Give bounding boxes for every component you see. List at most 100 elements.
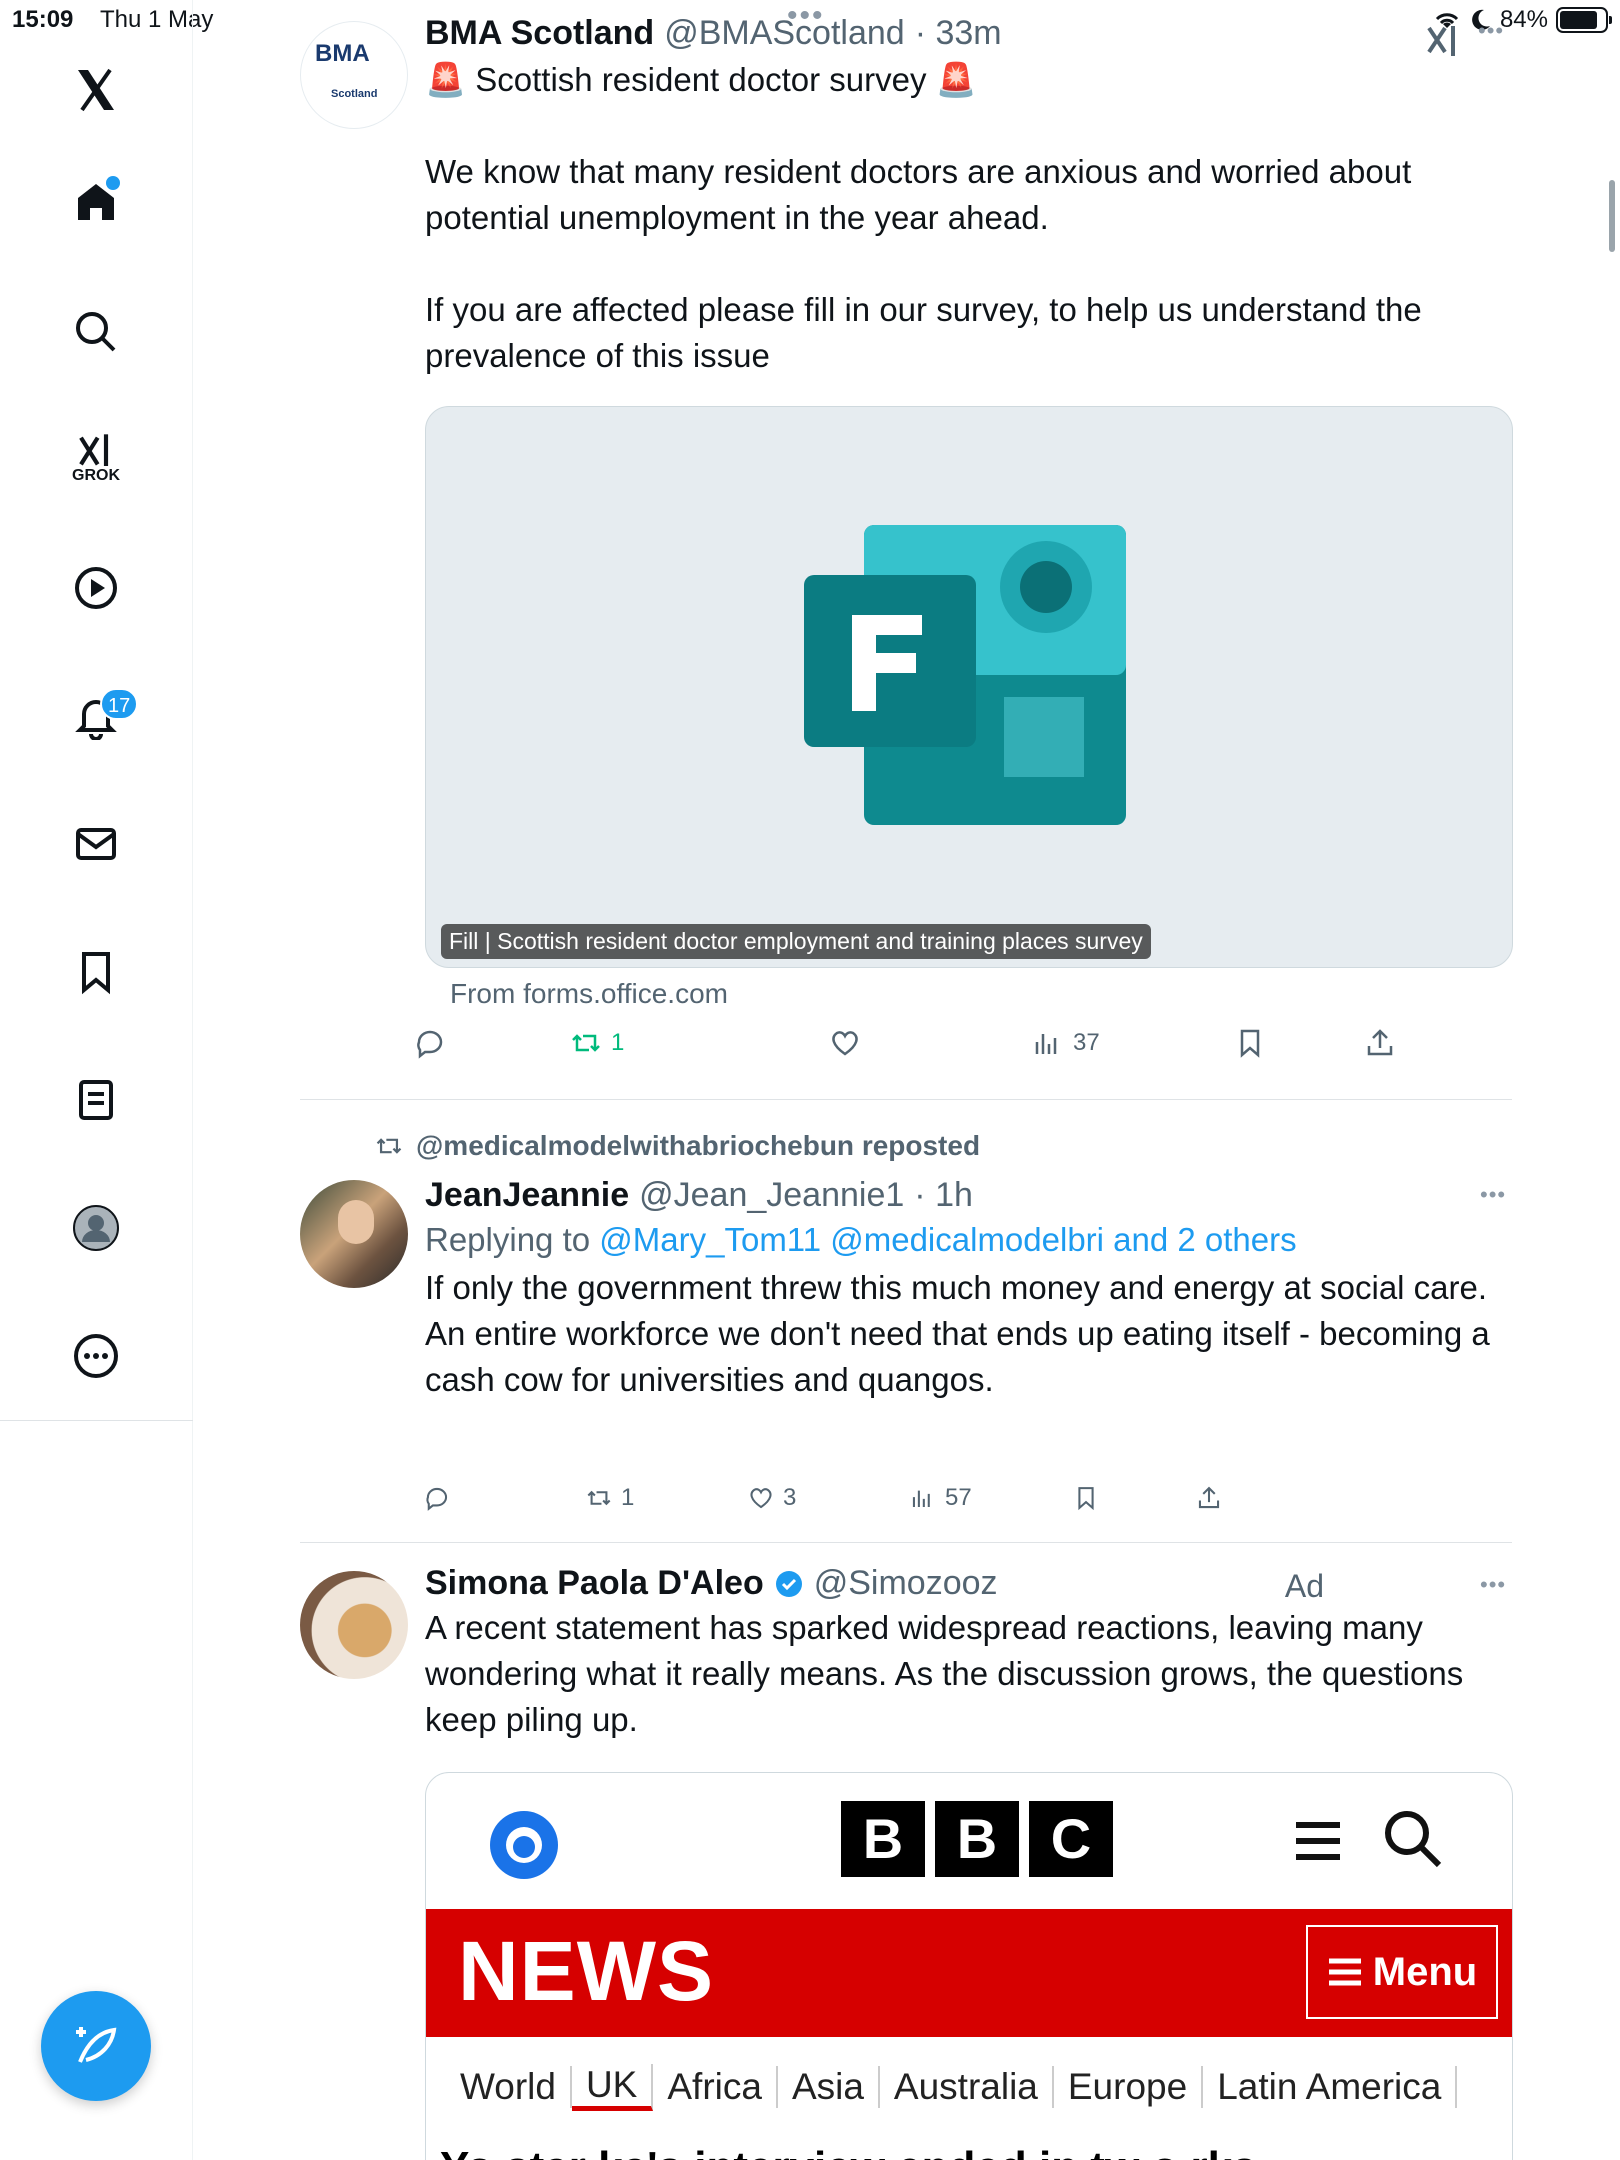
bbc-news-banner: NEWS Menu [426,1909,1512,2037]
x-logo-icon [78,68,114,112]
tweet-header: JeanJeannie @Jean_Jeannie1 · 1h [425,1176,1515,1215]
nav-profile[interactable] [56,1188,136,1268]
nav-home[interactable] [56,162,136,242]
scrollbar[interactable] [1609,180,1615,252]
bookmark-icon [1078,1487,1094,1511]
link-card[interactable]: Fill | Scottish resident doctor employme… [425,406,1513,968]
reply-button[interactable] [423,1484,451,1512]
home-new-dot [106,176,120,190]
grok-label: GROK [72,467,120,484]
bbc-nav: World UK Africa Asia Australia Europe La… [426,2037,1512,2137]
tweet-title: 🚨 Scottish resident doctor survey 🚨 [425,61,977,98]
bbc-news-title: NEWS [458,1924,714,2018]
like-count: 3 [783,1484,797,1511]
views-button[interactable]: 57 [909,1484,972,1512]
nav-messages[interactable] [56,804,136,884]
card-source[interactable]: From forms.office.com [450,978,728,1010]
replying-prefix: Replying to [425,1221,591,1258]
tweet-divider [300,1542,1512,1543]
sidebar: GROK 17 [0,0,193,2160]
bookmark-button[interactable] [1233,1026,1267,1060]
bbc-ad-card[interactable]: B B C NEWS Menu World UK Africa Asia Aus… [425,1772,1513,2160]
bbc-logo-letter: B [841,1801,925,1877]
nav-grok[interactable]: GROK [56,418,136,498]
repost-icon [376,1138,402,1154]
bbc-menu-button: Menu [1306,1925,1498,2019]
compose-feather-icon [76,2027,117,2063]
share-icon [1367,1029,1393,1056]
bbc-logo: B B C [841,1801,1113,1877]
author-name[interactable]: BMA Scotland [425,14,654,53]
retweet-button[interactable]: 1 [585,1484,634,1512]
tweet-paragraph: If you are affected please fill in our s… [425,291,1422,374]
author-handle[interactable]: @Simozooz [814,1564,998,1603]
avatar-face [338,1200,374,1244]
notification-badge: 17 [100,688,139,720]
author-handle[interactable]: @BMAScotland [664,14,905,53]
like-button[interactable] [828,1026,862,1060]
views-count: 37 [1073,1029,1100,1056]
avatar[interactable] [300,1571,408,1679]
share-icon [1198,1486,1220,1509]
bbc-nav-item: Europe [1054,2066,1204,2108]
repost-label[interactable]: @medicalmodelwithabriochebun reposted [416,1130,980,1162]
bbc-logo-letter: C [1029,1801,1113,1877]
nav-lists[interactable] [56,1060,136,1140]
bbc-account-icon [490,1811,558,1879]
search-icon [1385,1811,1442,1868]
nav-bookmarks[interactable] [56,932,136,1012]
repost-header: @medicalmodelwithabriochebun reposted [372,1130,980,1162]
tweet-time[interactable]: · 1h [914,1176,973,1215]
nav-notifications[interactable]: 17 [56,676,139,756]
tweet-header: BMA Scotland @BMAScotland · 33m [425,14,1515,53]
author-handle[interactable]: @Jean_Jeannie1 [639,1176,904,1215]
hamburger-icon [1296,1822,1340,1860]
tweet-paragraph: We know that many resident doctors are a… [425,153,1412,236]
profile-avatar-icon [73,1205,119,1251]
nav-videos[interactable] [56,548,136,628]
replying-to: Replying to @Mary_Tom11 @medicalmodelbri… [425,1221,1515,1259]
compose-button[interactable] [41,1991,151,2101]
heart-icon [750,1488,772,1509]
avatar-bma-text: BMA [315,40,370,67]
views-chart-icon [912,1490,930,1508]
views-chart-icon [1035,1034,1057,1054]
mail-icon [76,828,116,860]
author-name[interactable]: Simona Paola D'Aleo [425,1564,764,1603]
bbc-nav-item: Latin America [1203,2066,1458,2108]
retweet-button[interactable]: 1 [569,1026,624,1060]
author-name[interactable]: JeanJeannie [425,1176,629,1215]
bbc-headline: Yo star ka's interview ended in tw o rks [440,2143,1257,2160]
replying-users-link[interactable]: @Mary_Tom11 @medicalmodelbri and 2 other… [599,1221,1296,1258]
avatar[interactable] [300,1180,408,1288]
tweet-time[interactable]: · 33m [915,14,1002,53]
bbc-nav-item: Asia [778,2066,880,2108]
avatar[interactable]: BMA Scotland [300,21,408,129]
reply-button[interactable] [413,1026,447,1060]
retweet-icon [572,1034,600,1052]
more-options-icon[interactable]: ••• [1480,1572,1506,1598]
tweet-text: A recent statement has sparked widesprea… [425,1609,1464,1738]
nav-more[interactable] [56,1316,136,1396]
tweet-text: If only the government threw this much m… [425,1269,1488,1306]
like-button[interactable]: 3 [747,1484,796,1512]
retweet-icon [587,1490,611,1506]
verified-badge-icon [775,1570,802,1597]
views-button[interactable]: 37 [1031,1026,1100,1060]
microsoft-forms-logo [804,525,1126,825]
ad-label: Ad [1284,1568,1324,1604]
list-icon [79,1080,113,1120]
share-button[interactable] [1363,1026,1397,1060]
bookmark-icon [82,952,110,995]
reply-icon [417,1030,443,1059]
x-logo[interactable] [56,50,136,130]
tweet-text: An entire workforce we don't need that e… [425,1315,1490,1398]
bookmark-button[interactable] [1072,1484,1100,1512]
bbc-nav-item: World [460,2066,572,2108]
more-options-icon[interactable]: ••• [1480,1182,1506,1208]
nav-explore[interactable] [56,292,136,372]
retweet-count: 1 [621,1484,635,1511]
share-button[interactable] [1195,1484,1223,1512]
search-icon [76,312,116,352]
bbc-nav-item: Australia [880,2066,1054,2108]
